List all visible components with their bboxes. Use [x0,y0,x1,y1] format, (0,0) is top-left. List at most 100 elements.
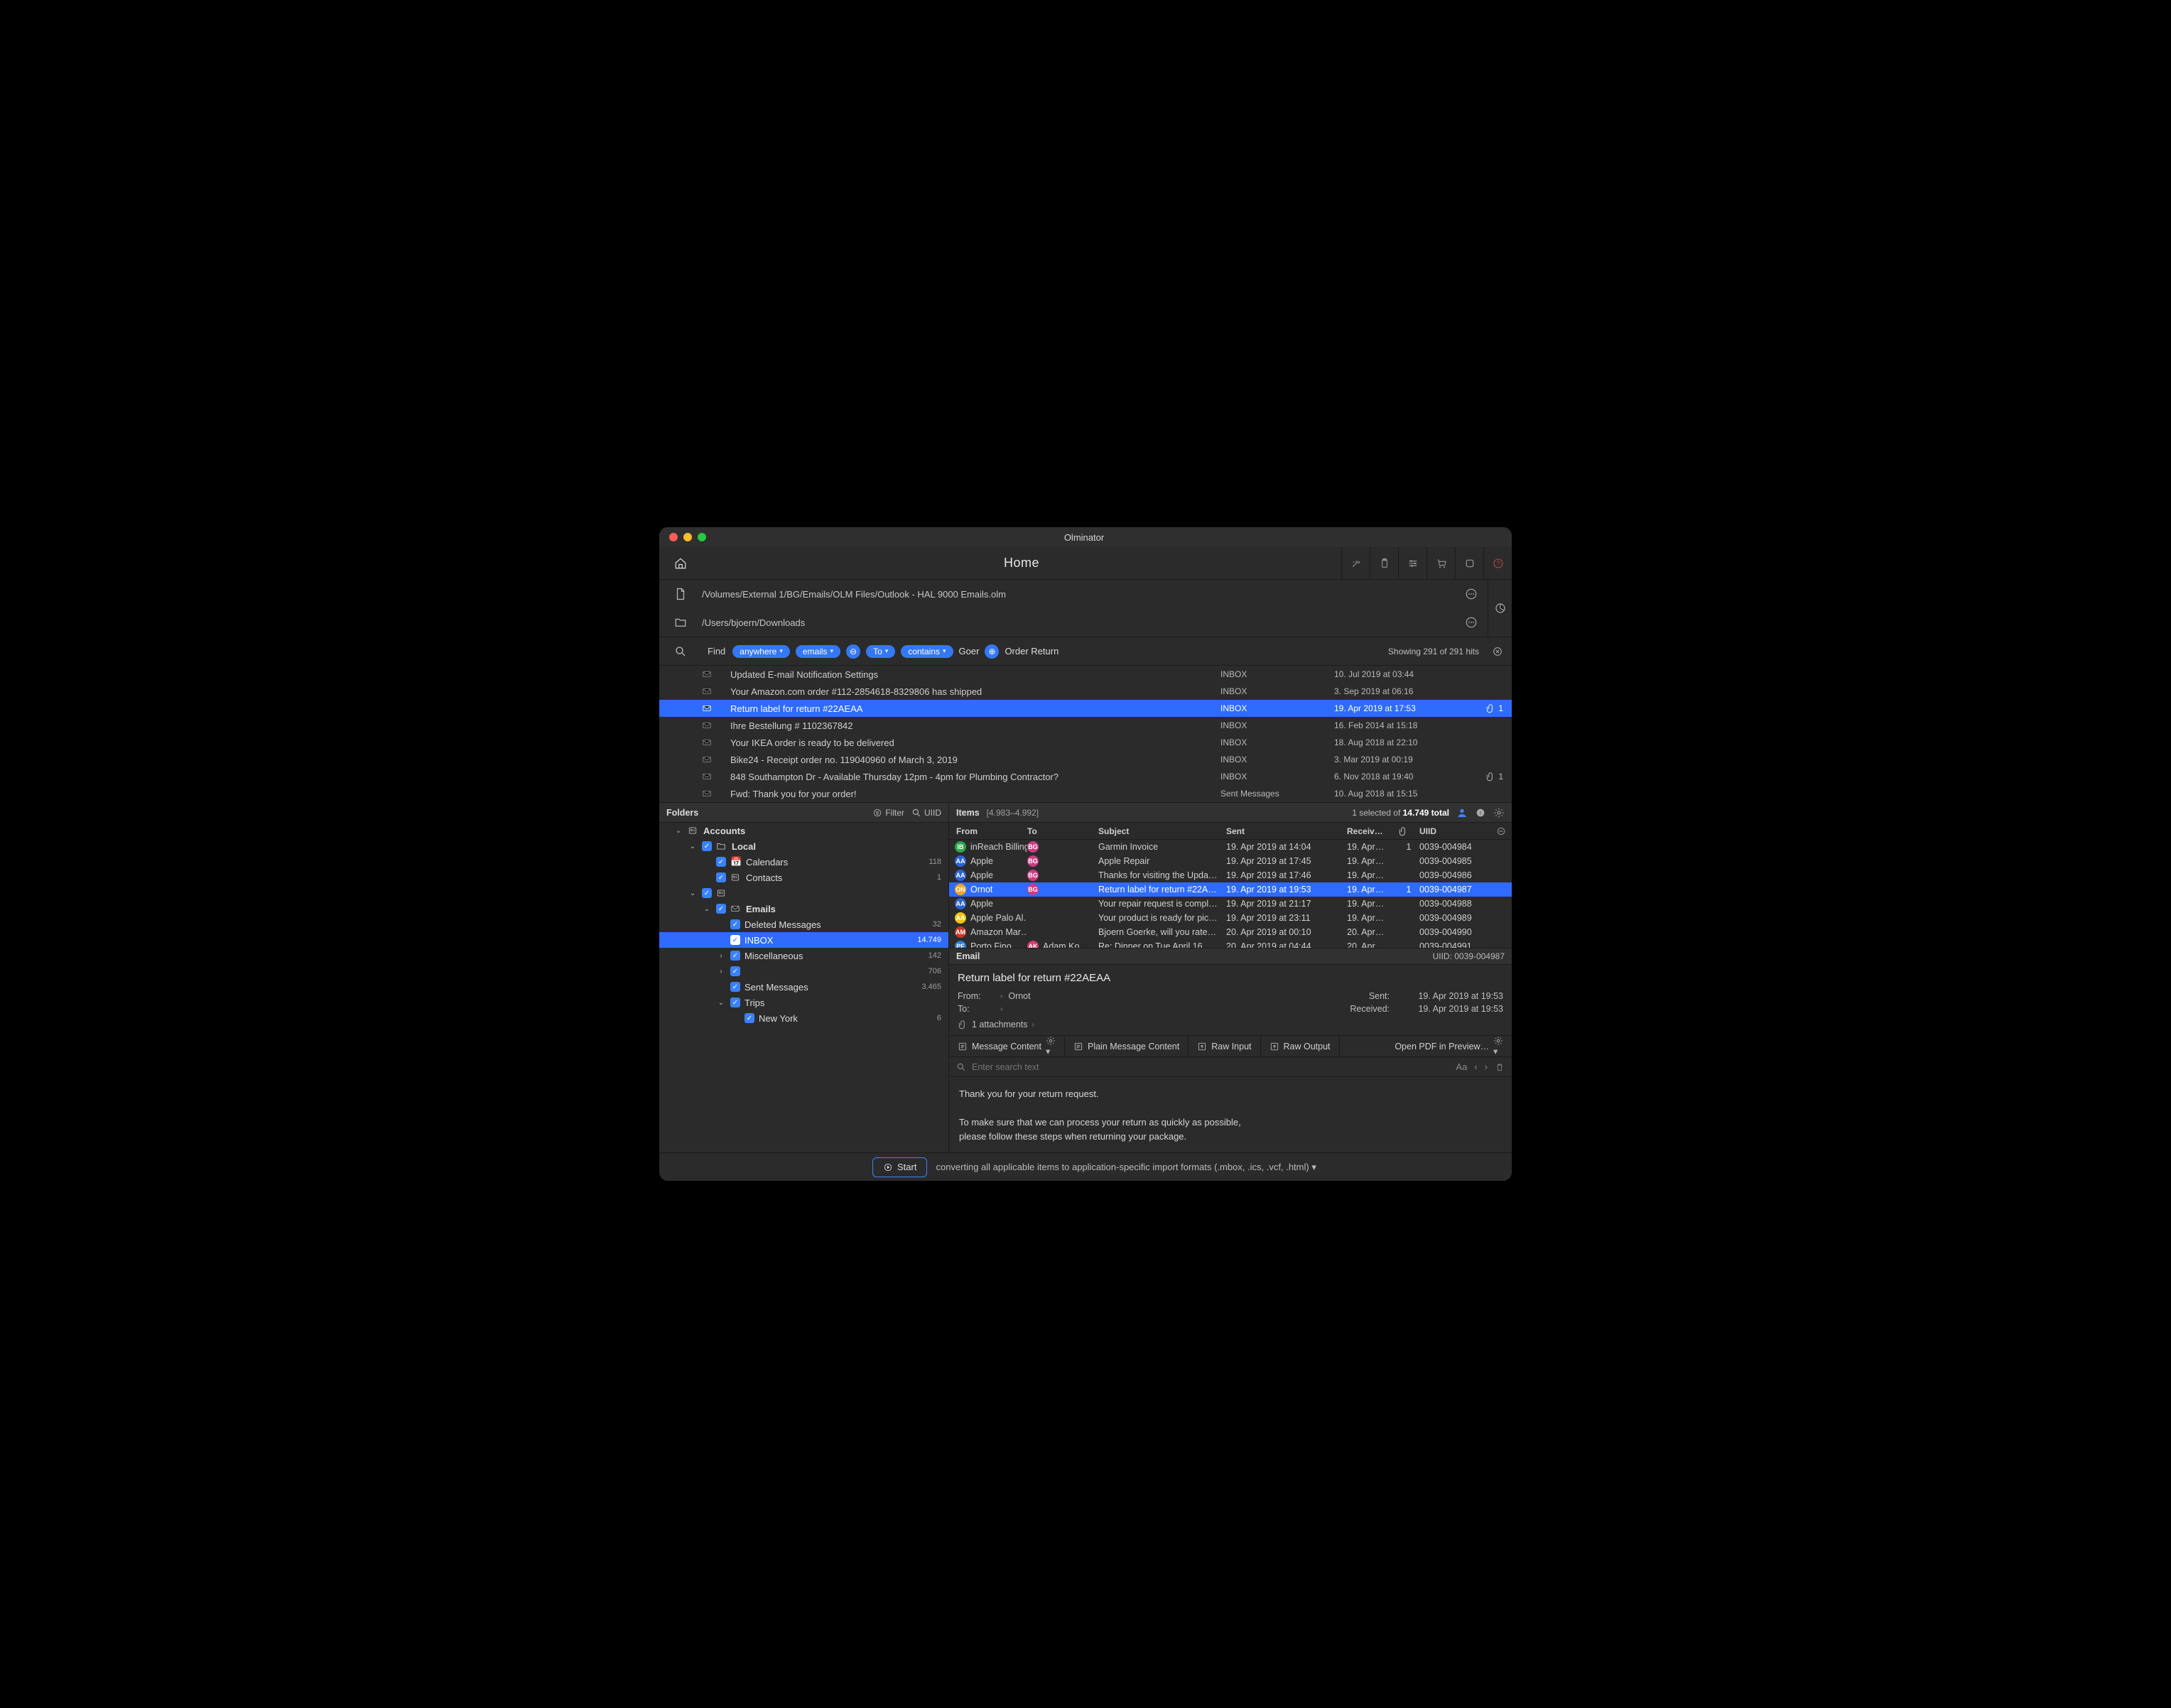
search-hit[interactable]: Updated E-mail Notification Settings INB… [659,666,1512,683]
envelope-icon [702,686,730,696]
node-sent[interactable]: ✓Sent Messages3.465 [659,979,948,995]
search-hit[interactable]: 848 Southampton Dr - Available Thursday … [659,768,1512,785]
col-from[interactable]: From [949,826,1027,836]
user-icon[interactable] [1456,807,1468,818]
cart-icon[interactable] [1426,547,1455,580]
chip-to[interactable]: To▾ [866,645,895,658]
magic-wand-icon[interactable] [1341,547,1370,580]
col-uiid[interactable]: UIID [1419,826,1496,836]
preview-header: Email UIID: 0039-004987 [949,948,1512,965]
node-trips[interactable]: ⌄✓Trips [659,995,948,1010]
from-label: From: [958,991,995,1001]
tab-raw-input[interactable]: Raw Input [1189,1036,1260,1056]
node-misc[interactable]: ›✓Miscellaneous142 [659,948,948,963]
node-groupless[interactable]: ›✓706 [659,963,948,979]
items-rows[interactable]: IBinReach Billing BG Garmin Invoice 19. … [949,840,1512,948]
node-deleted[interactable]: ✓Deleted Messages32 [659,917,948,932]
chip-remove-icon[interactable]: ⊖ [846,644,860,659]
preview-search-input[interactable] [972,1062,1450,1072]
chip-emails[interactable]: emails▾ [796,645,840,658]
attachments-text[interactable]: 1 attachments [972,1020,1028,1029]
info-icon[interactable] [1475,807,1486,818]
table-row[interactable]: ONOrnot BG Return label for return #22A…… [949,882,1512,897]
page-title: Home [702,556,1341,571]
traffic-lights [669,533,706,541]
node-emails[interactable]: ⌄✓Emails [659,901,948,917]
input-path[interactable]: /Volumes/External 1/BG/Emails/OLM Files/… [702,589,1455,600]
preview-body[interactable]: Thank you for your return request.To mak… [949,1077,1512,1152]
col-recv[interactable]: Receiv… [1347,826,1398,836]
col-sent[interactable]: Sent [1226,826,1347,836]
input-path-menu-icon[interactable] [1455,588,1488,600]
query-text-2[interactable]: Order Return [1005,646,1059,656]
search-hit[interactable]: Bike24 - Receipt order no. 119040960 of … [659,751,1512,768]
help-icon[interactable] [1483,547,1512,580]
search-hit[interactable]: Your Amazon.com order #112-2854618-83298… [659,683,1512,700]
chevron-right-icon[interactable]: › [1000,1005,1002,1013]
search-hit[interactable]: Fwd: Thank you for your order! Sent Mess… [659,785,1512,802]
node-accounts[interactable]: ⌄Accounts [659,823,948,838]
node-account2[interactable]: ⌄✓ [659,885,948,901]
home-icon[interactable] [674,557,687,570]
sent-label: Sent: [1338,991,1390,1001]
table-row[interactable]: IBinReach Billing BG Garmin Invoice 19. … [949,840,1512,854]
close-window[interactable] [669,533,678,541]
chevron-right-icon[interactable]: › [1000,993,1002,1000]
output-path[interactable]: /Users/bjoern/Downloads [702,617,1455,628]
document-icon[interactable] [659,588,702,600]
header-toolbar: Home [659,547,1512,580]
trash-icon[interactable] [1495,1062,1505,1072]
col-att[interactable] [1398,826,1419,836]
search-hit[interactable]: Ihre Bestellung # 1102367842 INBOX 16. F… [659,717,1512,734]
tab-plain-content[interactable]: Plain Message Content [1065,1036,1189,1056]
prev-match-icon[interactable]: ‹ [1474,1061,1477,1072]
search-hit[interactable]: Return label for return #22AEAA INBOX 19… [659,700,1512,717]
query-text-1[interactable]: Goer [959,646,980,656]
envelope-icon [702,737,730,747]
chip-add-icon[interactable]: ⊕ [985,644,999,659]
column-headers[interactable]: From To Subject Sent Receiv… UIID [949,823,1512,840]
col-to[interactable]: To [1027,826,1098,836]
sliders-icon[interactable] [1398,547,1426,580]
search-icon[interactable] [659,645,702,658]
table-row[interactable]: PFPorto Fino AKAdam Ko… Re: Dinner on Tu… [949,939,1512,948]
node-calendars[interactable]: ✓📅Calendars118 [659,854,948,870]
node-inbox[interactable]: ✓INBOX14.749 [659,932,948,948]
aa-toggle[interactable]: Aa [1456,1061,1467,1072]
footer-text[interactable]: converting all applicable items to appli… [936,1162,1316,1173]
gear-icon[interactable] [1493,807,1505,818]
node-local[interactable]: ⌄✓Local [659,838,948,854]
node-newyork[interactable]: ✓New York6 [659,1010,948,1026]
table-row[interactable]: AAApple Your repair request is compl… 19… [949,897,1512,911]
filter-button[interactable]: Filter [872,808,904,818]
folder-icon[interactable] [659,616,702,629]
col-remove-icon[interactable] [1496,826,1512,836]
minimize-window[interactable] [683,533,692,541]
clipboard-icon[interactable] [1370,547,1398,580]
zoom-window[interactable] [698,533,706,541]
chevron-right-icon[interactable]: › [1032,1021,1034,1029]
tab-message-content[interactable]: Message Content▾ [949,1036,1065,1056]
items-title: Items [956,808,980,818]
tab-raw-output[interactable]: Raw Output [1261,1036,1340,1056]
node-contacts[interactable]: ✓Contacts1 [659,870,948,885]
chip-anywhere[interactable]: anywhere▾ [732,645,790,658]
preview-title: Email [956,951,980,961]
stats-icon[interactable] [1488,580,1512,637]
folder-tree[interactable]: ⌄Accounts ⌄✓Local ✓📅Calendars118 ✓Contac… [659,823,948,1152]
clear-search-icon[interactable] [1492,646,1512,657]
chip-contains[interactable]: contains▾ [901,645,953,658]
output-path-menu-icon[interactable] [1455,616,1488,629]
open-pdf-button[interactable]: Open PDF in Preview…▾ [1386,1036,1512,1056]
table-row[interactable]: AMAmazon Mar… Bjoern Goerke, will you ra… [949,925,1512,939]
table-row[interactable]: AAApple Palo Al… Your product is ready f… [949,911,1512,925]
col-subject[interactable]: Subject [1098,826,1226,836]
search-hit[interactable]: Your IKEA order is ready to be delivered… [659,734,1512,751]
envelope-icon [702,669,730,679]
uiid-search[interactable]: UIID [911,808,941,818]
square-icon[interactable] [1455,547,1483,580]
table-row[interactable]: AAApple BG Thanks for visiting the Upda…… [949,868,1512,882]
start-button[interactable]: Start [872,1157,927,1177]
next-match-icon[interactable]: › [1485,1061,1488,1072]
table-row[interactable]: AAApple BG Apple Repair 19. Apr 2019 at … [949,854,1512,868]
